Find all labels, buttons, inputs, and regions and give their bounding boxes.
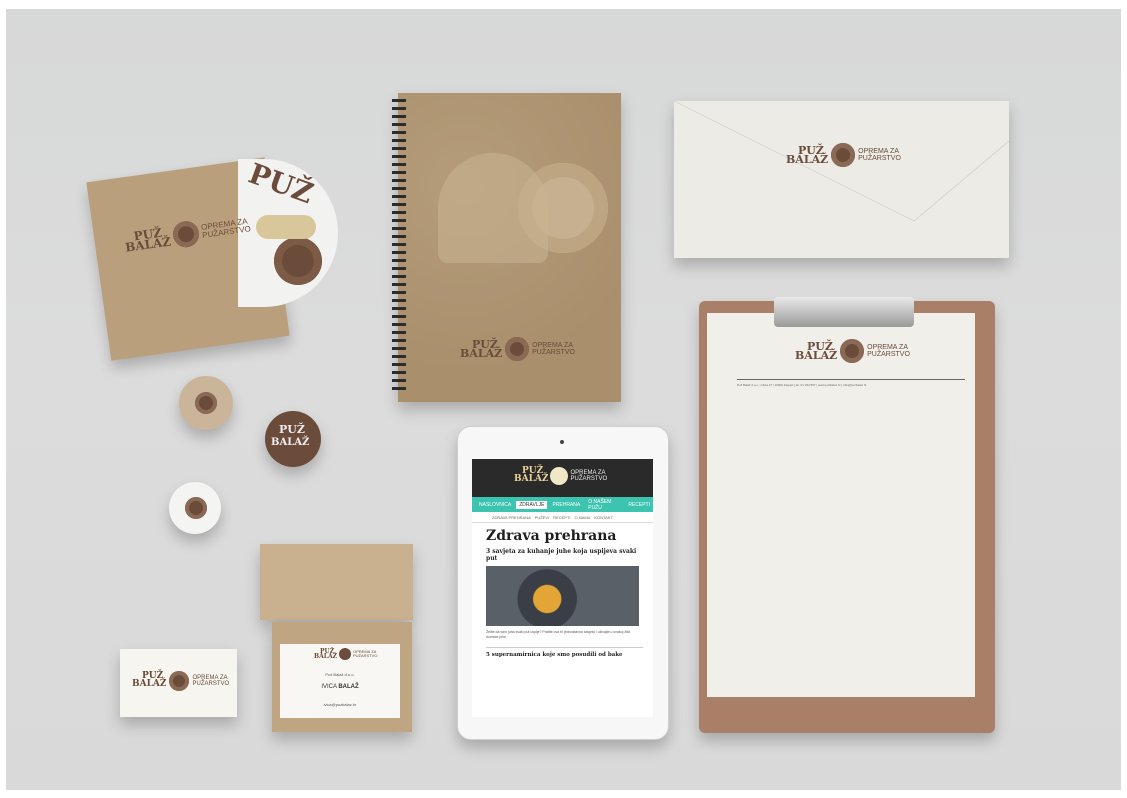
subnav-item[interactable]: ZDRAVA PREHRANA	[492, 515, 531, 520]
card-logo: PUŽ BALAŽ OPREMA ZA PUŽARSTVO	[132, 671, 229, 691]
logo-line2: BALAŽ	[314, 653, 337, 660]
site-logo[interactable]: PUŽ BALAŽ OPREMA ZA PUŽARSTVO	[514, 467, 607, 485]
cd-snail-body	[256, 215, 316, 239]
logo-tagline-bottom: PUŽARSTVO	[570, 476, 608, 482]
clipboard: PUŽ BALAŽ OPREMA ZA PUŽARSTVO Puž Balaž …	[699, 297, 995, 733]
envelope: PUŽ BALAŽ OPREMA ZA PUŽARSTVO	[674, 101, 1009, 258]
subnav-item[interactable]: O NAMA	[575, 515, 591, 520]
site-nav: NASLOVNICA ZDRAVLJE PREHRANA O NAŠEM PUŽ…	[472, 497, 653, 512]
card-first-name: IVICA	[321, 684, 337, 690]
nav-item[interactable]: NASLOVNICA	[476, 501, 514, 509]
logo-line2: BALAŽ	[514, 474, 549, 484]
snail-logo-icon	[171, 219, 201, 249]
snail-logo-icon	[505, 337, 530, 361]
badge-kraft	[179, 376, 233, 430]
badge-white	[169, 482, 221, 534]
tablet-screen: PUŽ BALAŽ OPREMA ZA PUŽARSTVO NASLOVNICA…	[472, 459, 653, 717]
subnav-item[interactable]: PUŽEVI	[535, 515, 549, 520]
snail-logo-icon	[169, 671, 190, 691]
snail-logo-icon	[195, 392, 217, 414]
snail-logo-icon	[550, 467, 569, 485]
nav-item[interactable]: RECEPTI	[625, 501, 653, 509]
subnav-item[interactable]: RECEPTI	[553, 515, 570, 520]
logo-tagline-top: OPREMA ZA	[858, 148, 899, 155]
cd-label-text: PUŽ	[244, 156, 318, 211]
nav-item[interactable]: PREHRANA	[549, 501, 583, 509]
business-card: PUŽ BALAŽ OPREMA ZA PUŽARSTVO Puž Balaž …	[280, 644, 400, 718]
nav-item[interactable]: O NAŠEM PUŽU	[585, 498, 623, 512]
snail-logo-icon	[185, 497, 207, 519]
spiral-binding	[392, 99, 406, 395]
card-logo: PUŽ BALAŽ OPREMA ZA PUŽARSTVO	[314, 648, 377, 660]
page-title: Zdrava prehrana	[486, 528, 617, 544]
card-company: Puž Balaž d.o.o.	[325, 672, 355, 677]
snail-logo-icon	[840, 339, 865, 363]
logo-tagline-top: OPREMA ZA	[532, 342, 573, 349]
card-name-row: IVICA BALAŽ	[280, 684, 400, 690]
nav-item-active[interactable]: ZDRAVLJE	[516, 500, 548, 509]
cd-disc: PUŽ	[238, 156, 338, 307]
mockup-scene: PUŽ PUŽ BALAŽ OPREMA ZA PUŽARSTVO PUŽ BA…	[6, 9, 1121, 790]
tablet: PUŽ BALAŽ OPREMA ZA PUŽARSTVO NASLOVNICA…	[457, 426, 669, 740]
envelope-logo: PUŽ BALAŽ OPREMA ZA PUŽARSTVO	[786, 143, 901, 167]
article-excerpt: Želite da vam juha svaki put uspije? Pra…	[486, 630, 631, 639]
badge-text: BALAŽ	[271, 437, 310, 448]
letterhead-logo: PUŽ BALAŽ OPREMA ZA PUŽARSTVO	[795, 339, 910, 363]
snail-logo-icon	[338, 648, 351, 660]
card-box-lid	[260, 544, 413, 620]
subnav-item[interactable]: KONTAKT	[594, 515, 613, 520]
logo-tagline-bottom: PUŽARSTVO	[532, 349, 575, 356]
logo-tagline-bottom: PUŽARSTVO	[858, 155, 901, 162]
notebook-logo: PUŽ BALAŽ OPREMA ZA PUŽARSTVO	[460, 337, 575, 361]
notebook-snail-body	[438, 153, 548, 263]
logo-line2: BALAŽ	[132, 679, 167, 689]
badge-text: PUŽ	[279, 423, 305, 436]
logo-tagline-bottom: PUŽARSTVO	[352, 653, 378, 658]
logo-tagline-top: OPREMA ZA	[867, 344, 908, 351]
clipboard-clamp	[774, 297, 914, 327]
notebook: PUŽ BALAŽ OPREMA ZA PUŽARSTVO	[392, 93, 621, 402]
card-last-name: BALAŽ	[338, 684, 359, 690]
envelope-flap	[674, 101, 1009, 222]
article-title[interactable]: 3 savjeta za kuhanje juhe koja uspijeva …	[486, 548, 643, 562]
badge-brown: PUŽ BALAŽ	[265, 411, 321, 467]
logo-line2: BALAŽ	[795, 349, 838, 362]
letterhead-info: Puž Balaž d.o.o. | Ulica 27 | 10000 Zagr…	[737, 383, 867, 387]
card-contact: ivica@puzbalaz.hr	[323, 702, 357, 707]
article-title[interactable]: 5 supernamirnica koje smo posudili od ba…	[486, 647, 643, 659]
article-image[interactable]	[486, 566, 639, 627]
letterhead-paper: PUŽ BALAŽ OPREMA ZA PUŽARSTVO Puž Balaž …	[707, 313, 975, 697]
site-subnav: ZDRAVA PREHRANA PUŽEVI RECEPTI O NAMA KO…	[472, 512, 653, 523]
card-box: PUŽ BALAŽ OPREMA ZA PUŽARSTVO Puž Balaž …	[260, 544, 413, 732]
tablet-camera	[560, 440, 564, 444]
snail-logo-icon	[831, 143, 856, 167]
site-header: PUŽ BALAŽ OPREMA ZA PUŽARSTVO	[472, 459, 653, 497]
logo-line2: BALAŽ	[460, 347, 503, 360]
cd-snail-shell	[274, 237, 322, 285]
logo-line2: BALAŽ	[786, 153, 829, 166]
logo-tagline-bottom: PUŽARSTVO	[867, 351, 910, 358]
logo-tagline-bottom: PUŽARSTVO	[192, 681, 230, 687]
business-card-stack: PUŽ BALAŽ OPREMA ZA PUŽARSTVO	[120, 649, 237, 717]
letterhead-rule	[737, 379, 965, 380]
